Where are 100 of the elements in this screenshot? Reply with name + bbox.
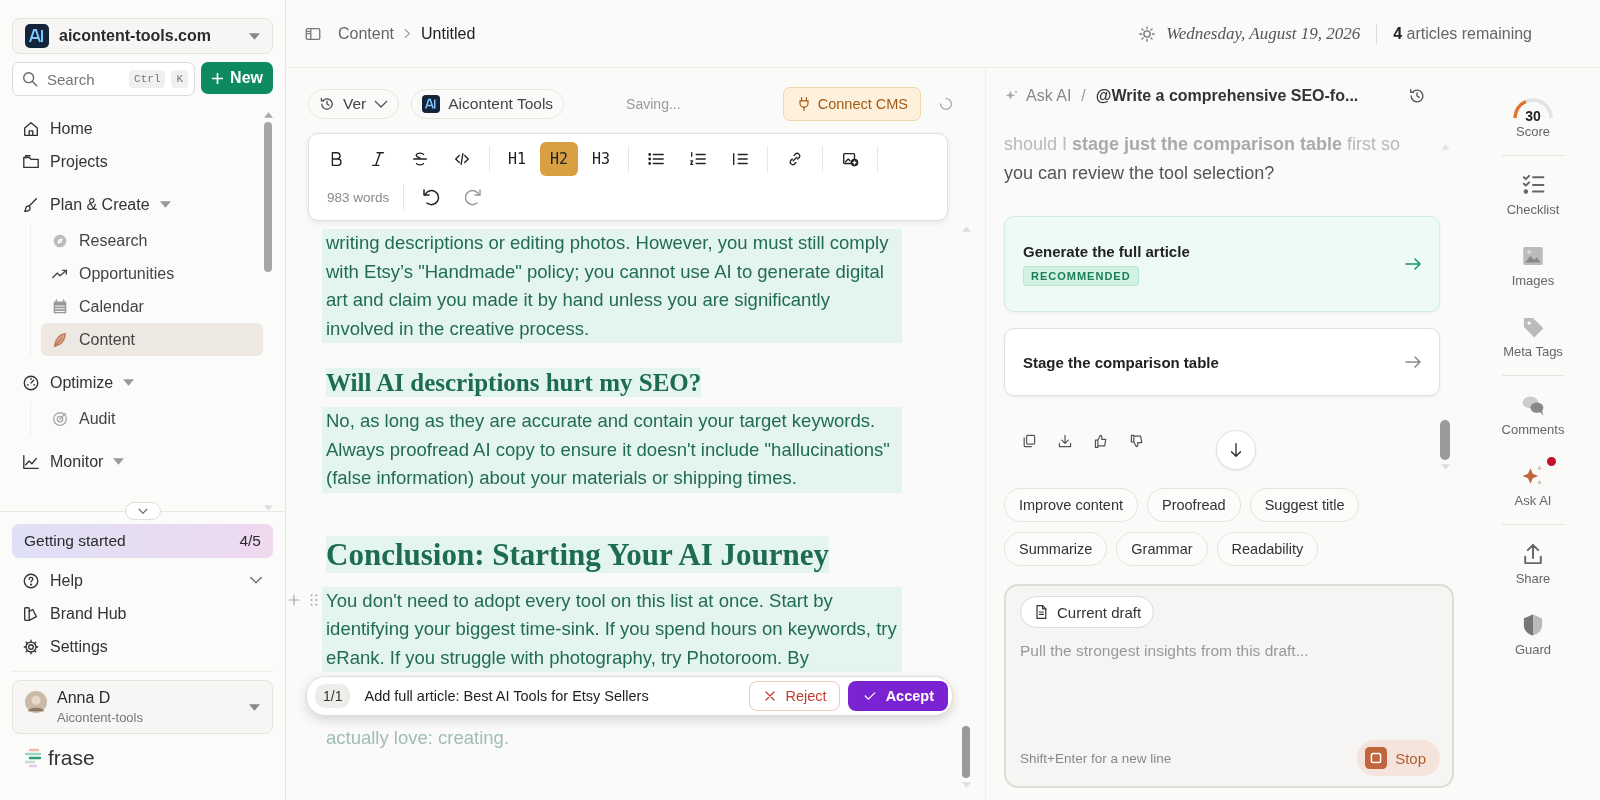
search-bar[interactable]: Search Ctrl K [12, 62, 196, 96]
recommended-badge: RECOMMENDED [1023, 265, 1139, 286]
gauge-icon [22, 373, 40, 392]
copy-icon [1021, 433, 1037, 449]
image-add-icon [841, 150, 859, 168]
context-chip[interactable]: Current draft [1020, 596, 1155, 628]
prompt-field[interactable]: Current draft Pull the strongest insights from this draft... Shift+Enter for a new line Stop [1004, 584, 1454, 788]
nav-item[interactable]: Optimize [12, 366, 263, 399]
brand-icon [22, 604, 40, 623]
indent-icon [731, 150, 749, 168]
search-icon [21, 70, 39, 88]
nav-item[interactable]: Calendar [41, 290, 263, 323]
brush-icon [22, 195, 40, 214]
rail-button[interactable]: 30 Score [1483, 90, 1583, 153]
heading: Conclusion: Starting Your AI Journey [326, 535, 829, 573]
paragraph: No, as long as they are accurate and contain your target keywords. Always proofread AI copy to ensure it doesn't include "hallucinations" (false information) about your materials or shipping times. [322, 407, 902, 493]
stop-button[interactable]: Stop [1357, 740, 1440, 776]
shortcut-key: Ctrl [129, 70, 166, 88]
reject-button[interactable]: Reject [748, 681, 840, 711]
prompt-title: @Write a comprehensive SEO-fo... [1095, 87, 1359, 105]
help-icon [22, 571, 40, 590]
nav-item[interactable]: Projects [12, 145, 263, 178]
chevron-down-icon [137, 507, 148, 515]
articles-remaining: 4 articles remaining [1393, 24, 1532, 43]
rail-button[interactable]: Comments [1483, 380, 1583, 451]
nav-item[interactable]: Settings [12, 630, 273, 663]
brand-logo-icon [422, 95, 441, 113]
history-icon [1408, 87, 1426, 105]
chevron-right-icon [404, 28, 412, 39]
message-text: should I stage just the comparison table first so [1004, 133, 1402, 156]
scrollbar-thumb[interactable] [1440, 420, 1450, 460]
rail-button[interactable]: Guard [1483, 600, 1583, 671]
code-icon [453, 150, 471, 168]
rail-button[interactable]: Checklist [1483, 160, 1583, 231]
nav-item[interactable]: Brand Hub [12, 597, 273, 630]
italic-icon [369, 150, 387, 168]
document-icon [1033, 604, 1049, 620]
connect-cms-button[interactable]: Connect CMS [782, 87, 921, 121]
chart-icon [22, 452, 40, 471]
nav-item[interactable]: Research [41, 224, 263, 257]
calendar-icon [51, 297, 69, 316]
score-value: 30 [1524, 108, 1542, 124]
option-card[interactable]: Generate the full article RECOMMENDED [1004, 216, 1440, 312]
nav-item[interactable]: Monitor [12, 445, 263, 478]
heading-button[interactable]: H3 [582, 142, 620, 176]
getting-started-banner[interactable]: Getting started 4/5 [12, 524, 273, 558]
rail-button[interactable]: Ask AI [1483, 451, 1583, 522]
nav-item[interactable]: Content [41, 323, 263, 356]
nav-item[interactable]: Help [12, 564, 273, 597]
scrollbar-thumb[interactable] [962, 726, 970, 778]
numbered-icon [689, 150, 707, 168]
paragraph: You don't need to adopt every tool on this list at once. Start by identifying your biggest time-sink. If you spend hours on keywords, try eRank. If you struggle with photography, try Photoroom. By [322, 586, 902, 672]
chevron-down-icon [374, 100, 389, 108]
logo-icon [24, 747, 44, 769]
suggestion-chip[interactable]: Proofread [1147, 488, 1241, 522]
change-count: 1/1 [315, 684, 351, 708]
progress-count: 4/5 [239, 532, 261, 550]
avatar [25, 691, 47, 713]
breadcrumb-link[interactable]: Content [338, 24, 395, 43]
download-icon [1057, 433, 1073, 449]
caret-icon [249, 32, 260, 40]
spinner-icon [937, 95, 955, 113]
suggestion-chip[interactable]: Summarize [1004, 532, 1108, 566]
accept-button[interactable]: Accept [847, 681, 948, 711]
nav-item[interactable]: Home [12, 112, 263, 145]
shortcut-key: K [171, 70, 189, 88]
breadcrumb-separator: / [1081, 87, 1086, 105]
rail-button[interactable]: Share [1483, 529, 1583, 600]
suggestion-chip[interactable]: Improve content [1004, 488, 1138, 522]
search-field[interactable]: Search [45, 69, 124, 89]
user-card[interactable]: Anna D Aicontent-tools [12, 680, 273, 734]
ask-ai-label: Ask AI [1004, 87, 1072, 105]
suggestion-chip[interactable]: Readability [1216, 532, 1319, 566]
nav-item[interactable]: Audit [41, 402, 263, 435]
option-title: Stage the comparison table [1023, 353, 1219, 371]
caret-icon [249, 703, 260, 711]
suggestion-chip[interactable]: Grammar [1116, 532, 1208, 566]
workspace-selector[interactable]: aicontent-tools.com [12, 18, 273, 54]
rail-button[interactable]: Images [1483, 231, 1583, 302]
feather-icon [51, 330, 69, 349]
option-card[interactable]: Stage the comparison table [1004, 328, 1440, 396]
new-button[interactable]: New [201, 62, 273, 94]
rail-button[interactable]: Meta Tags [1483, 302, 1583, 373]
thumbs-down-icon [1129, 433, 1145, 449]
scroll-down-button[interactable] [1216, 430, 1256, 470]
plus-icon [211, 71, 225, 85]
history-icon [319, 96, 335, 112]
scrollbar-thumb[interactable] [264, 122, 272, 272]
suggestion-chip[interactable]: Suggest title [1249, 488, 1360, 522]
nav-item[interactable]: Opportunities [41, 257, 263, 290]
thumbs-up-icon [1093, 433, 1109, 449]
sun-icon [1138, 24, 1157, 43]
page-title: Untitled [421, 24, 476, 43]
getting-started-label: Getting started [24, 532, 126, 550]
heading-button[interactable]: H1 [498, 142, 536, 176]
target-icon [51, 409, 69, 428]
paragraph: actually love: creating. [326, 727, 510, 748]
message-text: you can review the tool selection? [1004, 162, 1276, 185]
nav-item[interactable]: Plan & Create [12, 188, 263, 221]
heading-button[interactable]: H2 [540, 142, 578, 176]
